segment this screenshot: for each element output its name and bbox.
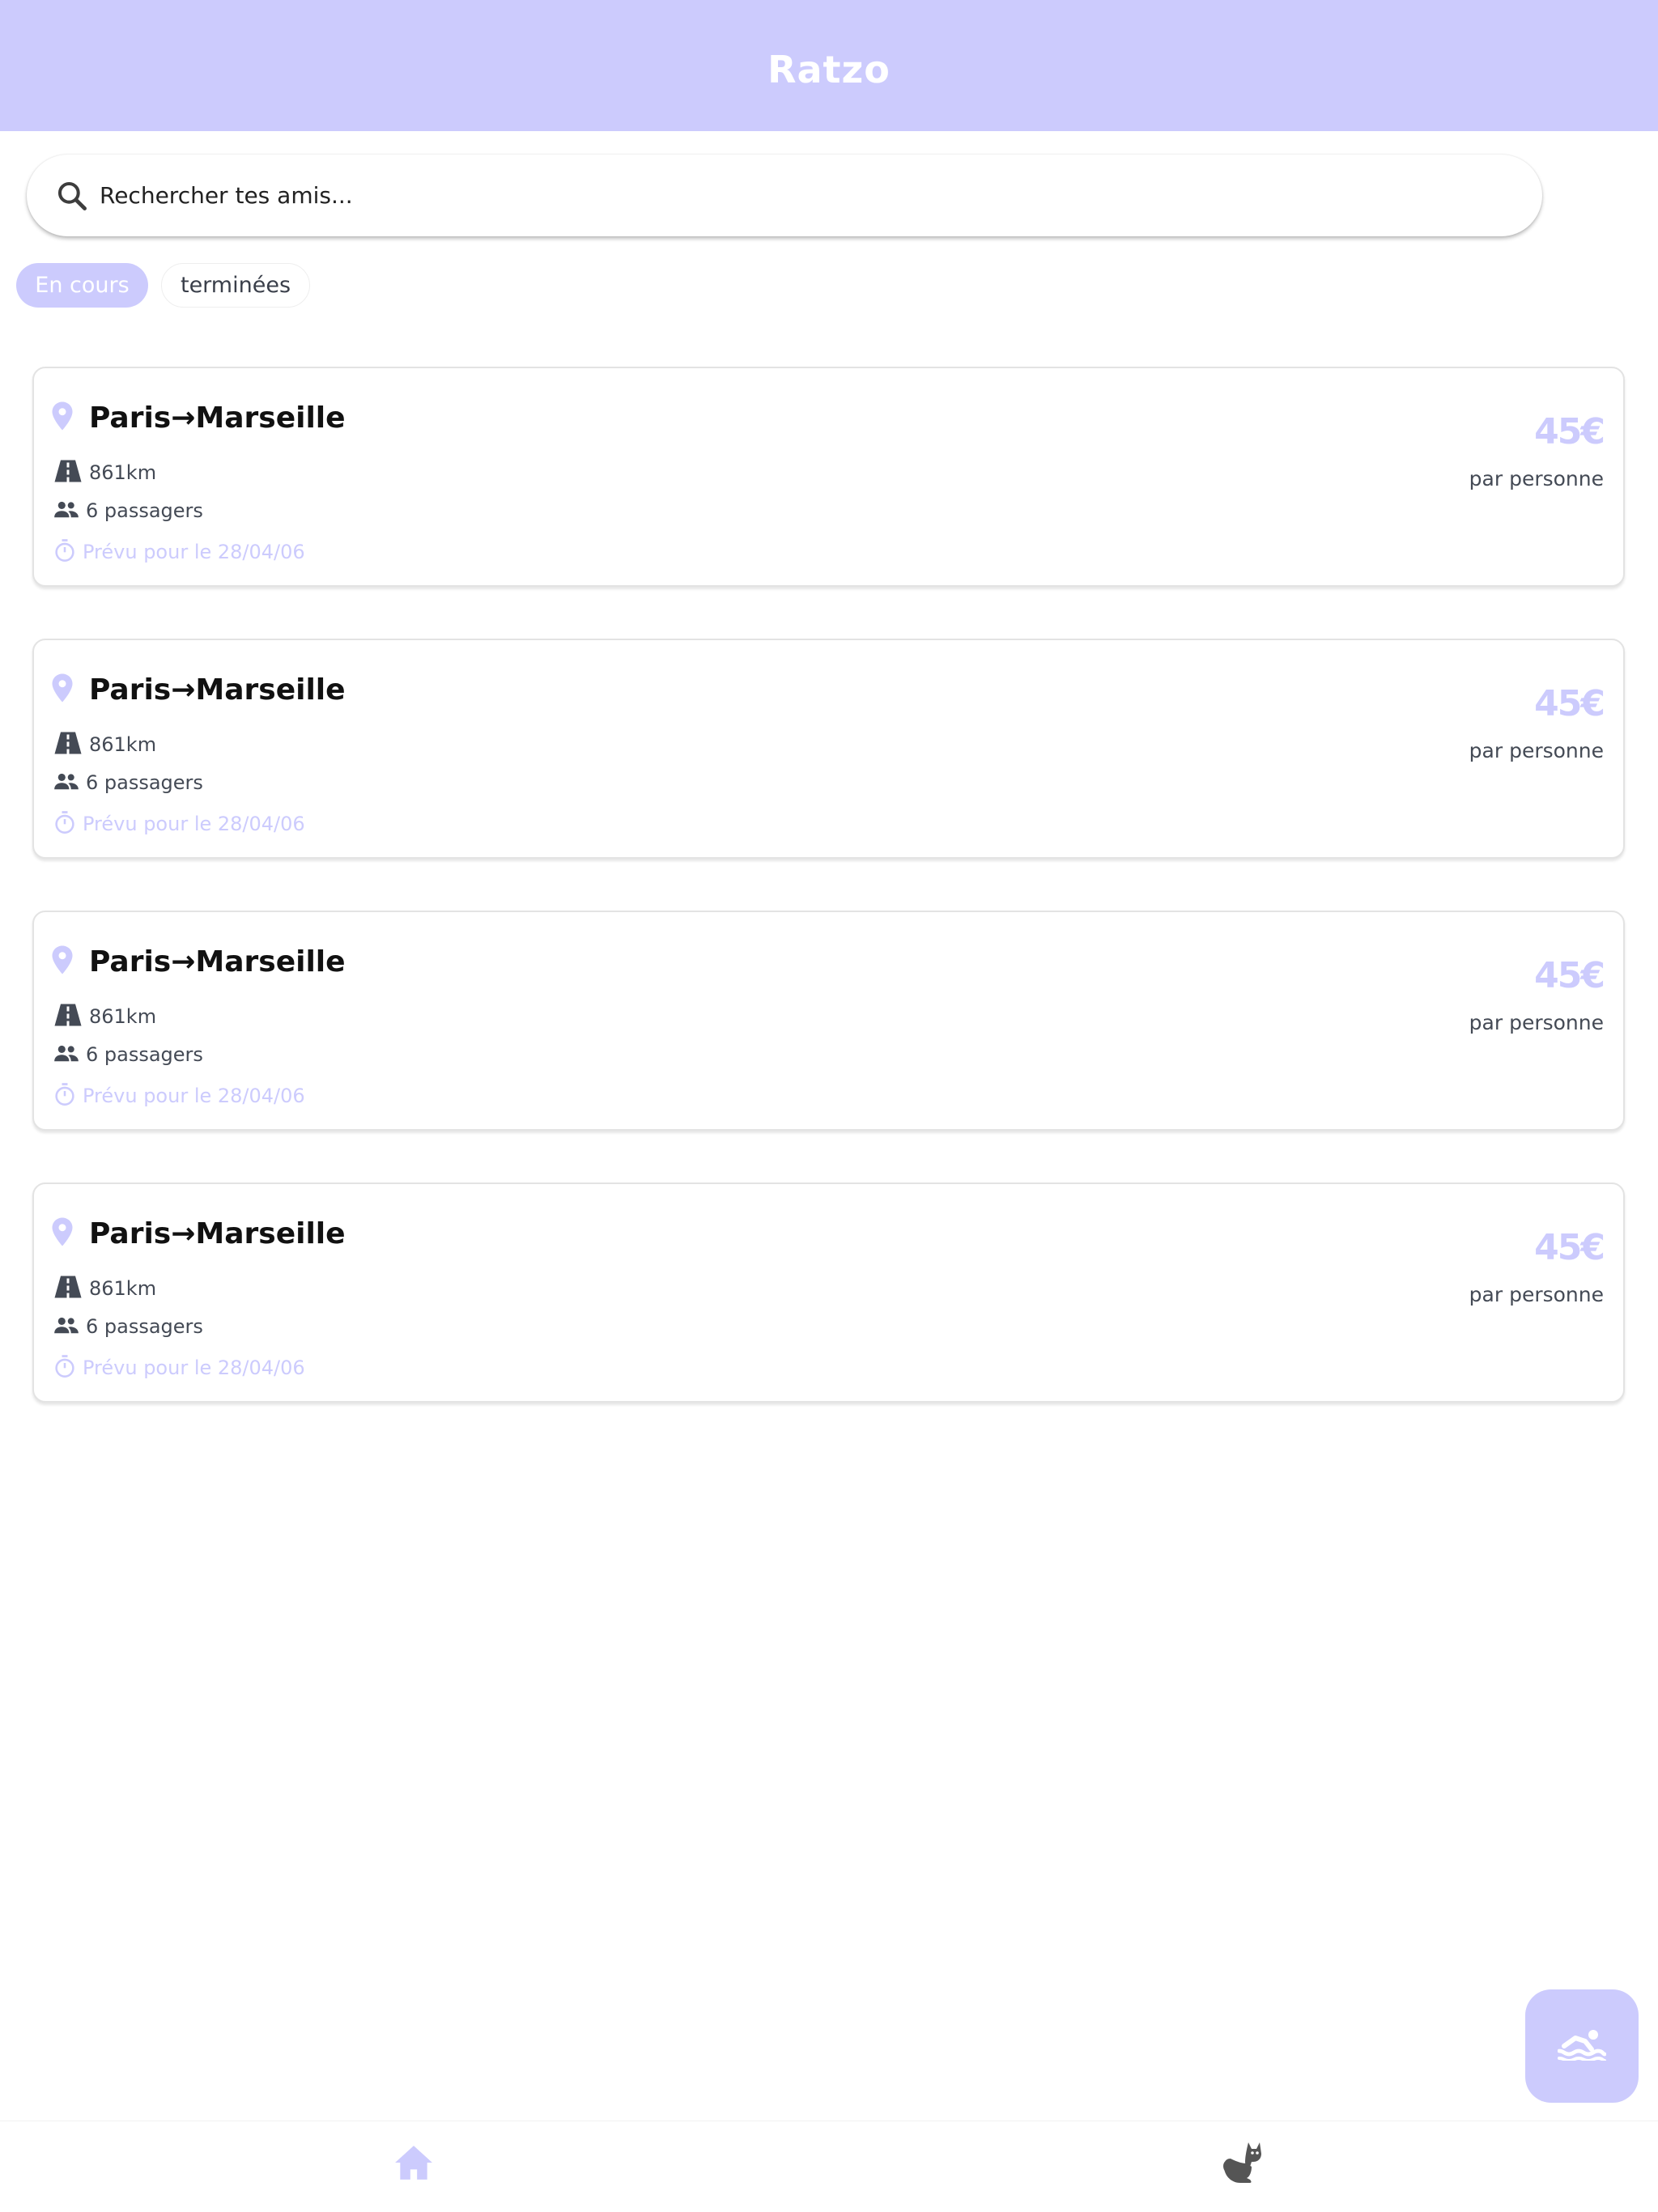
people-icon: [53, 1043, 79, 1066]
passengers-row: 6 passagers: [53, 771, 203, 794]
route-text: Paris→Marseille: [89, 673, 346, 707]
filter-chip-terminees[interactable]: terminées: [161, 263, 310, 308]
search-input[interactable]: [98, 181, 1477, 210]
date-text: Prévu pour le 28/04/06: [83, 1356, 305, 1379]
passengers-text: 6 passagers: [86, 1043, 203, 1066]
passengers-row: 6 passagers: [53, 499, 203, 522]
passengers-row: 6 passagers: [53, 1043, 203, 1066]
distance-text: 861km: [89, 461, 157, 484]
trip-card[interactable]: Paris→Marseille 861km 6 passagers Prévu …: [32, 911, 1625, 1131]
app-bar: Ratzo: [0, 0, 1658, 131]
timer-icon: [53, 538, 76, 566]
distance-row: 861km: [53, 1275, 156, 1302]
price-unit: par personne: [1469, 739, 1604, 762]
search-bar[interactable]: [27, 155, 1542, 236]
price: 45€: [1534, 1227, 1605, 1268]
location-pin-icon: [50, 1216, 74, 1250]
location-pin-icon: [50, 673, 74, 707]
price: 45€: [1534, 955, 1605, 996]
road-icon: [53, 1275, 83, 1302]
timer-icon: [53, 1082, 76, 1110]
cat-icon[interactable]: [1222, 2139, 1265, 2184]
location-pin-icon: [50, 401, 74, 435]
route-text: Paris→Marseille: [89, 1216, 346, 1250]
road-icon: [53, 459, 83, 486]
passengers-text: 6 passagers: [86, 771, 203, 794]
date-text: Prévu pour le 28/04/06: [83, 541, 305, 563]
trip-route: Paris→Marseille: [50, 401, 346, 435]
trip-card[interactable]: Paris→Marseille 861km 6 passagers Prévu …: [32, 639, 1625, 859]
price: 45€: [1534, 411, 1605, 452]
distance-text: 861km: [89, 1005, 157, 1028]
road-icon: [53, 731, 83, 758]
trip-route: Paris→Marseille: [50, 673, 346, 707]
price-unit: par personne: [1469, 1011, 1604, 1034]
passengers-text: 6 passagers: [86, 1315, 203, 1338]
people-icon: [53, 499, 79, 522]
app-title: Ratzo: [767, 48, 891, 91]
trip-route: Paris→Marseille: [50, 1216, 346, 1250]
people-icon: [53, 771, 79, 794]
people-icon: [53, 1315, 79, 1338]
fab-button[interactable]: [1525, 1989, 1639, 2103]
trip-card[interactable]: Paris→Marseille 861km 6 passagers Prévu …: [32, 367, 1625, 587]
date-row: Prévu pour le 28/04/06: [53, 810, 305, 838]
distance-row: 861km: [53, 459, 156, 486]
road-icon: [53, 1003, 83, 1030]
filter-chip-en-cours[interactable]: En cours: [16, 263, 148, 308]
timer-icon: [53, 810, 76, 838]
route-text: Paris→Marseille: [89, 945, 346, 979]
search-icon: [54, 178, 90, 214]
location-pin-icon: [50, 945, 74, 979]
price-unit: par personne: [1469, 467, 1604, 490]
trip-card[interactable]: Paris→Marseille 861km 6 passagers Prévu …: [32, 1182, 1625, 1403]
bottom-nav: [0, 2121, 1658, 2212]
price: 45€: [1534, 683, 1605, 724]
route-text: Paris→Marseille: [89, 401, 346, 435]
date-row: Prévu pour le 28/04/06: [53, 538, 305, 566]
passengers-text: 6 passagers: [86, 499, 203, 522]
date-row: Prévu pour le 28/04/06: [53, 1082, 305, 1110]
date-row: Prévu pour le 28/04/06: [53, 1354, 305, 1382]
distance-row: 861km: [53, 731, 156, 758]
date-text: Prévu pour le 28/04/06: [83, 813, 305, 835]
distance-text: 861km: [89, 1277, 157, 1300]
passengers-row: 6 passagers: [53, 1315, 203, 1338]
date-text: Prévu pour le 28/04/06: [83, 1085, 305, 1107]
distance-text: 861km: [89, 733, 157, 756]
distance-row: 861km: [53, 1003, 156, 1030]
timer-icon: [53, 1354, 76, 1382]
home-icon[interactable]: [393, 2142, 434, 2183]
price-unit: par personne: [1469, 1283, 1604, 1306]
trip-route: Paris→Marseille: [50, 945, 346, 979]
swimming-icon: [1557, 2028, 1607, 2064]
